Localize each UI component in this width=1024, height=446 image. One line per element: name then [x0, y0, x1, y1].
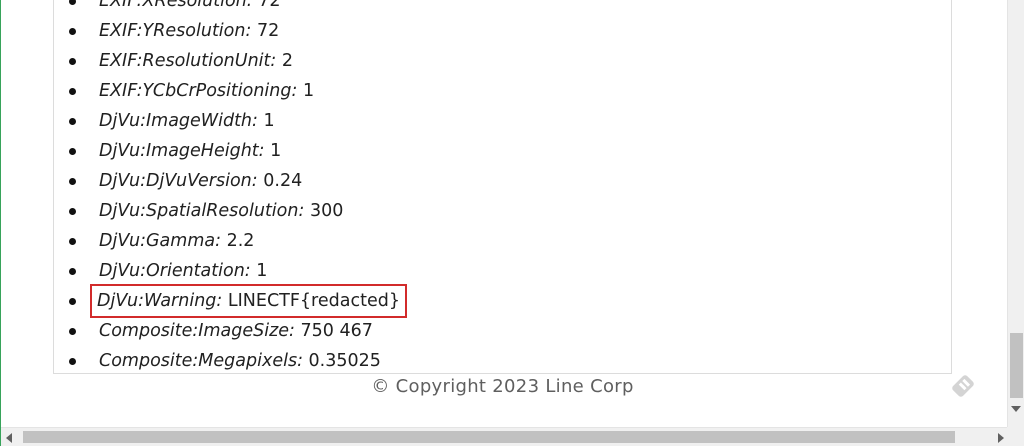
metadata-value: 2 [281, 51, 294, 71]
metadata-key: DjVu:Warning: [97, 291, 223, 311]
scroll-down-arrow-icon[interactable] [1011, 406, 1021, 412]
metadata-value: 72 [258, 0, 281, 11]
metadata-item: EXIF:YResolution: 72 [54, 16, 951, 46]
bullet-icon [69, 358, 76, 365]
bullet-icon [69, 328, 76, 335]
metadata-item: DjVu:ImageHeight: 1 [54, 136, 951, 166]
metadata-item: DjVu:Orientation: 1 [54, 256, 951, 286]
bullet-icon [69, 88, 76, 95]
bullet-icon [69, 208, 76, 215]
bullet-icon [69, 178, 76, 185]
metadata-item: Composite:ImageSize: 750 467 [54, 316, 951, 346]
metadata-key: DjVu:Gamma: [99, 231, 221, 251]
metadata-key: Composite:ImageSize: [99, 321, 295, 341]
metadata-value: 72 [256, 21, 280, 41]
metadata-key: DjVu:SpatialResolution: [99, 201, 305, 221]
metadata-value: 1 [270, 141, 282, 161]
scrollbar-corner [1007, 427, 1024, 446]
metadata-key: DjVu:ImageWidth: [99, 111, 258, 131]
scroll-left-arrow-icon[interactable] [6, 433, 12, 443]
metadata-key: EXIF:XResolution: [99, 0, 253, 11]
metadata-item: DjVu:Gamma: 2.2 [54, 226, 951, 256]
metadata-value: 1 [263, 111, 275, 131]
bullet-icon [69, 298, 76, 305]
metadata-value: LINECTF{redacted} [227, 291, 400, 311]
bullet-icon [69, 238, 76, 245]
metadata-key: DjVu:Orientation: [99, 261, 251, 281]
metadata-value: 300 [309, 201, 344, 221]
bullet-icon [69, 268, 76, 275]
bullet-icon [69, 28, 76, 35]
metadata-key: Composite:Megapixels: [99, 351, 303, 371]
highlight-box: DjVu:Warning: LINECTF{redacted} [90, 284, 407, 318]
metadata-key: DjVu:ImageHeight: [99, 141, 265, 161]
metadata-value: 1 [302, 81, 315, 101]
metadata-value: 1 [256, 261, 268, 281]
bullet-icon [69, 118, 76, 125]
metadata-key: EXIF:YCbCrPositioning: [99, 81, 298, 101]
metadata-panel: EXIF:XResolution: 72 EXIF:YResolution: 7… [53, 0, 952, 374]
scroll-right-arrow-icon[interactable] [998, 433, 1004, 443]
metadata-item: EXIF:YCbCrPositioning: 1 [54, 76, 951, 106]
metadata-key: EXIF:ResolutionUnit: [99, 51, 277, 71]
metadata-item: DjVu:DjVuVersion: 0.24 [54, 166, 951, 196]
bullet-icon [69, 58, 76, 65]
metadata-item: Composite:Megapixels: 0.35025 [54, 346, 951, 376]
copyright-footer: © Copyright 2023 Line Corp [371, 376, 634, 397]
metadata-key: DjVu:DjVuVersion: [99, 171, 258, 191]
metadata-value: 0.24 [263, 171, 303, 191]
metadata-item: DjVu:SpatialResolution: 300 [54, 196, 951, 226]
bullet-icon [69, 0, 76, 5]
vertical-scroll-thumb[interactable] [1010, 333, 1023, 398]
browser-window: EXIF:XResolution: 72 EXIF:YResolution: 7… [0, 0, 1024, 446]
metadata-item: EXIF:XResolution: 72 [54, 0, 951, 16]
horizontal-scroll-thumb[interactable] [23, 431, 955, 443]
metadata-value: 0.35025 [308, 351, 381, 371]
metadata-item: EXIF:ResolutionUnit: 2 [54, 46, 951, 76]
horizontal-scrollbar[interactable] [1, 427, 1008, 446]
metadata-item: DjVu:ImageWidth: 1 [54, 106, 951, 136]
metadata-key: EXIF:YResolution: [99, 21, 252, 41]
vertical-scrollbar[interactable] [1007, 0, 1024, 427]
bullet-icon [69, 148, 76, 155]
metadata-value: 750 467 [300, 321, 373, 341]
metadata-list: EXIF:XResolution: 72 EXIF:YResolution: 7… [54, 0, 951, 376]
metadata-value: 2.2 [226, 231, 255, 251]
edit-pencil-icon[interactable] [947, 370, 979, 402]
metadata-item-highlighted: DjVu:Warning: LINECTF{redacted} [54, 284, 951, 318]
